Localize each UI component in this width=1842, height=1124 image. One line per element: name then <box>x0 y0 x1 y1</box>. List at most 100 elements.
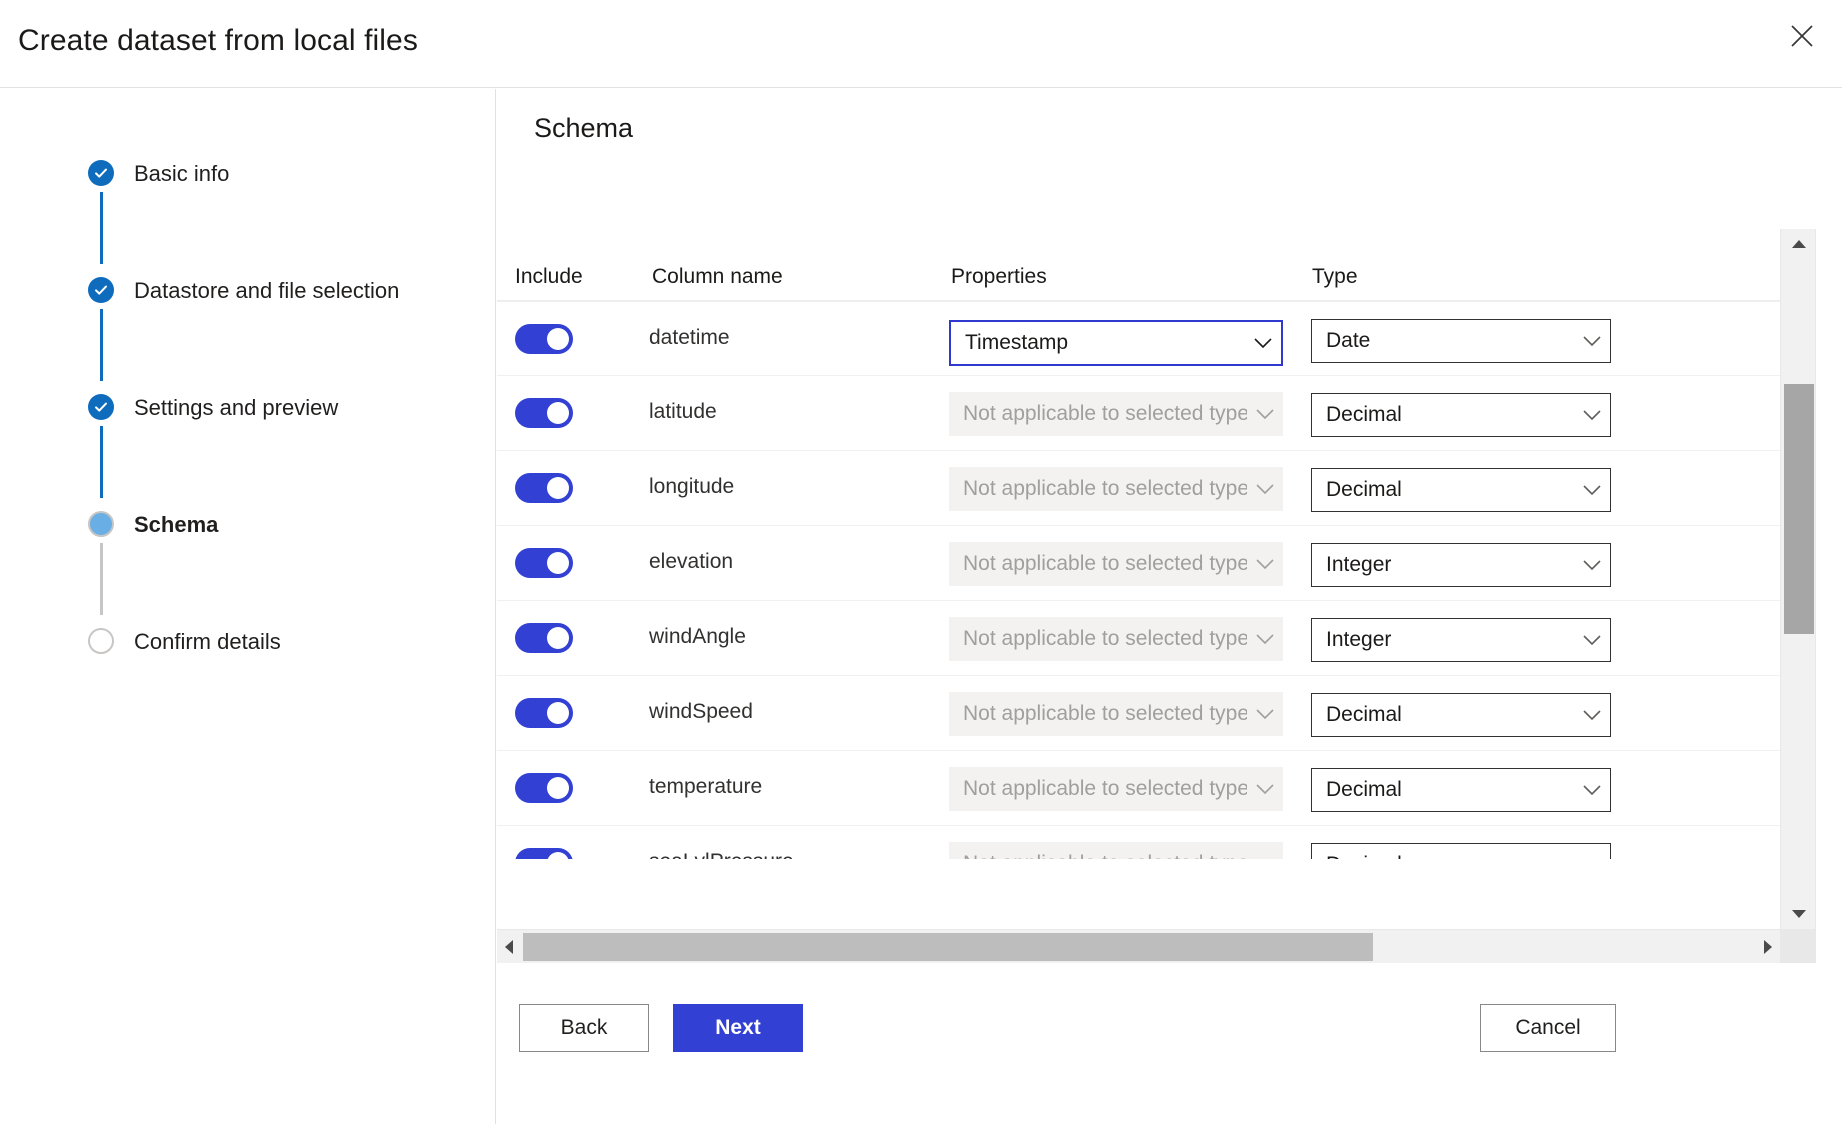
type-dropdown[interactable]: Integer <box>1311 543 1611 587</box>
step-connector <box>100 192 103 264</box>
close-dialog-button[interactable] <box>1774 8 1830 64</box>
step-connector <box>100 309 103 381</box>
properties-dropdown-value: Not applicable to selected type <box>963 552 1247 576</box>
properties-dropdown-value: Not applicable to selected type <box>963 852 1247 859</box>
scroll-left-arrow-icon[interactable] <box>497 930 521 964</box>
chevron-down-icon <box>1255 633 1275 645</box>
table-row: longitude Not applicable to selected typ… <box>497 451 1780 526</box>
schema-grid: Include Column name Properties Type date… <box>497 229 1842 859</box>
step-connector <box>100 543 103 615</box>
include-toggle[interactable] <box>515 324 573 354</box>
type-dropdown-value: Integer <box>1326 628 1574 652</box>
chevron-down-icon <box>1582 634 1602 646</box>
properties-dropdown[interactable]: Timestamp <box>949 320 1283 366</box>
properties-dropdown-value: Not applicable to selected type <box>963 702 1247 726</box>
chevron-down-icon <box>1255 483 1275 495</box>
type-dropdown[interactable]: Decimal <box>1311 693 1611 737</box>
toggle-knob <box>547 852 569 859</box>
include-toggle[interactable] <box>515 623 573 653</box>
column-name-cell: longitude <box>649 475 734 499</box>
type-dropdown[interactable]: Decimal <box>1311 393 1611 437</box>
next-button[interactable]: Next <box>673 1004 803 1052</box>
scroll-down-arrow-icon[interactable] <box>1781 899 1817 929</box>
column-name-cell: datetime <box>649 326 730 350</box>
chevron-down-icon <box>1582 709 1602 721</box>
step-pending-dot-icon <box>88 628 114 654</box>
horizontal-scrollbar-thumb[interactable] <box>523 933 1373 961</box>
properties-dropdown: Not applicable to selected type <box>949 767 1283 811</box>
include-toggle[interactable] <box>515 398 573 428</box>
toggle-knob <box>547 777 569 799</box>
type-dropdown[interactable]: Date <box>1311 319 1611 363</box>
include-toggle[interactable] <box>515 548 573 578</box>
table-row: seaLvlPressure Not applicable to selecte… <box>497 826 1780 859</box>
type-dropdown-value: Integer <box>1326 553 1574 577</box>
dialog-title-bar: Create dataset from local files <box>0 0 1842 88</box>
wizard-step-settings-and-preview[interactable]: Settings and preview <box>88 388 468 505</box>
dialog-footer: Back Next Cancel <box>497 984 1842 1124</box>
include-toggle[interactable] <box>515 848 573 859</box>
include-toggle[interactable] <box>515 473 573 503</box>
type-dropdown-value: Decimal <box>1326 853 1574 859</box>
properties-dropdown: Not applicable to selected type <box>949 617 1283 661</box>
wizard-step-confirm-details[interactable]: Confirm details <box>88 622 468 666</box>
type-dropdown-value: Decimal <box>1326 403 1574 427</box>
chevron-down-icon <box>1582 484 1602 496</box>
scrollbar-corner <box>1780 929 1816 963</box>
properties-dropdown: Not applicable to selected type <box>949 542 1283 586</box>
table-row: temperature Not applicable to selected t… <box>497 751 1780 826</box>
table-row: datetime Timestamp Date <box>497 301 1780 376</box>
grid-horizontal-scrollbar[interactable] <box>497 929 1780 963</box>
wizard-step-schema[interactable]: Schema <box>88 505 468 622</box>
wizard-step-basic-info[interactable]: Basic info <box>88 154 468 271</box>
properties-dropdown: Not applicable to selected type <box>949 842 1283 859</box>
chevron-down-icon <box>1253 337 1273 349</box>
table-row: elevation Not applicable to selected typ… <box>497 526 1780 601</box>
chevron-down-icon <box>1255 708 1275 720</box>
schema-grid-header: Include Column name Properties Type <box>497 229 1780 301</box>
table-row: latitude Not applicable to selected type… <box>497 376 1780 451</box>
include-toggle[interactable] <box>515 698 573 728</box>
chevron-down-icon <box>1582 559 1602 571</box>
cancel-button[interactable]: Cancel <box>1480 1004 1616 1052</box>
page-title: Schema <box>534 113 633 144</box>
chevron-down-icon <box>1255 858 1275 859</box>
include-toggle[interactable] <box>515 773 573 803</box>
step-complete-check-icon <box>88 394 114 420</box>
chevron-down-icon <box>1582 335 1602 347</box>
column-name-cell: windAngle <box>649 625 746 649</box>
type-dropdown-value: Decimal <box>1326 478 1574 502</box>
type-dropdown[interactable]: Integer <box>1311 618 1611 662</box>
toggle-knob <box>547 402 569 424</box>
table-row: windAngle Not applicable to selected typ… <box>497 601 1780 676</box>
toggle-knob <box>547 552 569 574</box>
type-dropdown[interactable]: Decimal <box>1311 468 1611 512</box>
properties-dropdown: Not applicable to selected type <box>949 692 1283 736</box>
column-name-cell: elevation <box>649 550 733 574</box>
properties-dropdown: Not applicable to selected type <box>949 392 1283 436</box>
toggle-knob <box>547 477 569 499</box>
column-header-properties: Properties <box>951 265 1047 289</box>
type-dropdown[interactable]: Decimal <box>1311 768 1611 812</box>
chevron-down-icon <box>1582 409 1602 421</box>
grid-vertical-scrollbar[interactable] <box>1780 229 1816 929</box>
back-button[interactable]: Back <box>519 1004 649 1052</box>
properties-dropdown: Not applicable to selected type <box>949 467 1283 511</box>
toggle-knob <box>547 702 569 724</box>
wizard-step-datastore-and-file-selection[interactable]: Datastore and file selection <box>88 271 468 388</box>
properties-dropdown-value: Not applicable to selected type <box>963 777 1247 801</box>
schema-grid-body: datetime Timestamp Date latitude Not app… <box>497 301 1780 859</box>
wizard-step-label: Settings and preview <box>134 395 338 421</box>
properties-dropdown-value: Timestamp <box>965 331 1245 355</box>
column-name-cell: temperature <box>649 775 762 799</box>
column-name-cell: latitude <box>649 400 717 424</box>
scroll-up-arrow-icon[interactable] <box>1781 229 1817 259</box>
column-name-cell: windSpeed <box>649 700 753 724</box>
chevron-down-icon <box>1582 784 1602 796</box>
scroll-right-arrow-icon[interactable] <box>1756 930 1780 964</box>
vertical-scrollbar-thumb[interactable] <box>1784 384 1814 634</box>
type-dropdown[interactable]: Decimal <box>1311 843 1611 859</box>
type-dropdown-value: Date <box>1326 329 1574 353</box>
column-name-cell: seaLvlPressure <box>649 850 794 859</box>
column-header-type: Type <box>1312 265 1358 289</box>
